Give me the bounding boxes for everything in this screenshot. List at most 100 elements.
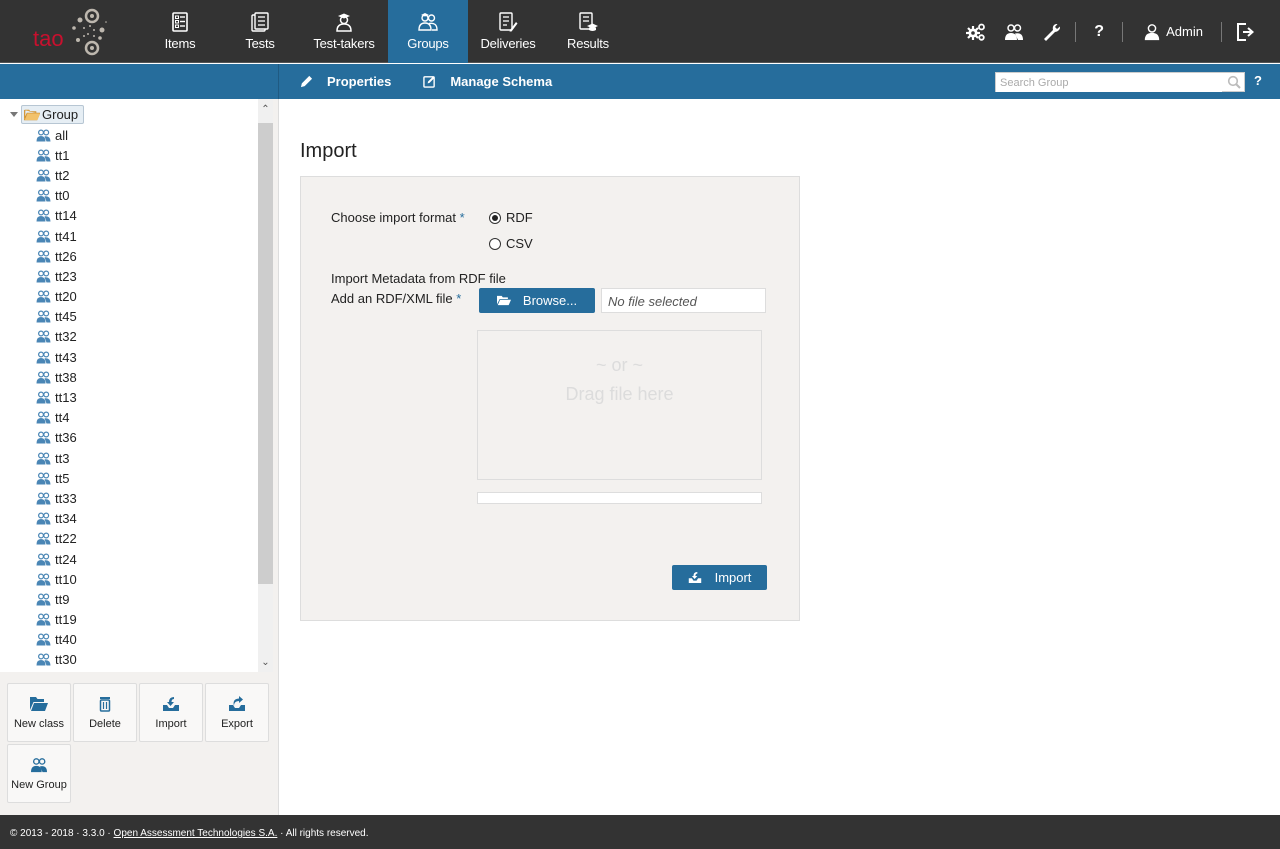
tree-item[interactable]: tt33 xyxy=(36,488,77,508)
browse-button[interactable]: Browse... xyxy=(479,288,595,313)
file-dropzone[interactable]: ~ or ~ Drag file here xyxy=(477,330,762,480)
help-button[interactable]: ? xyxy=(1080,0,1118,63)
tree-item[interactable]: tt20 xyxy=(36,287,77,307)
group-icon xyxy=(36,391,51,404)
settings-button[interactable] xyxy=(957,0,995,63)
group-icon xyxy=(36,169,51,182)
group-icon xyxy=(36,371,51,384)
collapse-caret-icon[interactable] xyxy=(10,112,18,117)
scroll-down-icon[interactable]: ⌄ xyxy=(258,652,273,672)
test-takers-icon xyxy=(336,13,352,32)
tree-item-label: tt36 xyxy=(55,430,77,446)
folder-open-icon xyxy=(24,109,40,121)
tree-item[interactable]: tt2 xyxy=(36,165,77,185)
group-icon xyxy=(36,573,51,586)
format-option-rdf[interactable]: RDF xyxy=(489,210,533,225)
tree-item[interactable]: tt43 xyxy=(36,347,77,367)
tree-item-label: tt13 xyxy=(55,390,77,406)
tree-item[interactable]: tt30 xyxy=(36,650,77,670)
radio-rdf[interactable] xyxy=(489,211,501,224)
tree-item[interactable]: tt45 xyxy=(36,307,77,327)
tree-item[interactable]: tt26 xyxy=(36,246,77,266)
export-button[interactable]: Export xyxy=(205,683,269,742)
nav-deliveries[interactable]: Deliveries xyxy=(468,0,548,63)
import-submit-button[interactable]: Import xyxy=(672,565,767,590)
nav-items[interactable]: Items xyxy=(140,0,220,63)
nav-test-takers[interactable]: Test-takers xyxy=(300,0,388,63)
footer-company-link[interactable]: Open Assessment Technologies S.A. xyxy=(114,828,278,839)
tree-root-group[interactable]: Group xyxy=(21,105,85,124)
group-icon xyxy=(36,492,51,505)
user-menu[interactable]: Admin xyxy=(1127,0,1217,63)
nav-groups[interactable]: Groups xyxy=(388,0,468,63)
tree-item[interactable]: tt19 xyxy=(36,610,77,630)
tree-item[interactable]: tt10 xyxy=(36,569,77,589)
tree-item[interactable]: tt9 xyxy=(36,589,77,609)
search-icon[interactable] xyxy=(1227,75,1241,89)
tao-logo[interactable]: tao xyxy=(28,6,108,58)
tree-item[interactable]: tt3 xyxy=(36,448,77,468)
nav-tests[interactable]: Tests xyxy=(220,0,300,63)
tree-item[interactable]: tt13 xyxy=(36,387,77,407)
tree-item[interactable]: tt38 xyxy=(36,367,77,387)
format-option-csv[interactable]: CSV xyxy=(489,236,533,251)
group-icon xyxy=(36,452,51,465)
tree-item[interactable]: tt0 xyxy=(36,186,77,206)
tools-button[interactable] xyxy=(1033,0,1071,63)
logout-button[interactable] xyxy=(1226,0,1264,63)
tree-item[interactable]: all xyxy=(36,125,77,145)
radio-csv[interactable] xyxy=(489,237,501,250)
tree-item-label: tt33 xyxy=(55,490,77,506)
tree-item[interactable]: tt4 xyxy=(36,408,77,428)
search-input[interactable] xyxy=(996,74,1222,92)
tree-item[interactable]: tt5 xyxy=(36,468,77,488)
tree-item-label: tt45 xyxy=(55,309,77,325)
tree-item[interactable]: tt14 xyxy=(36,206,77,226)
tree-item[interactable]: tt22 xyxy=(36,529,77,549)
import-icon xyxy=(688,572,701,583)
search-help-icon[interactable]: ? xyxy=(1254,73,1262,88)
tree-item[interactable]: tt1 xyxy=(36,145,77,165)
edit-icon xyxy=(423,76,436,88)
user-icon xyxy=(1144,23,1160,40)
nav-results[interactable]: Results xyxy=(548,0,628,63)
sidebar: Group all tt1 tt2 tt0 tt14 tt41 tt26 tt23 tt20 tt… xyxy=(0,99,279,815)
tree-item[interactable]: tt24 xyxy=(36,549,77,569)
new-class-button[interactable]: New class xyxy=(7,683,71,742)
tree-list: all tt1 tt2 tt0 tt14 tt41 tt26 tt23 tt20 tt45 tt32… xyxy=(36,125,77,670)
main-content: Import Choose import format * RDF CSV Im… xyxy=(280,99,1280,815)
dropzone-text: Drag file here xyxy=(565,384,674,404)
tree-item[interactable]: tt32 xyxy=(36,327,77,347)
results-icon xyxy=(579,12,598,31)
import-form: Choose import format * RDF CSV Import Me… xyxy=(300,176,800,621)
tree-item[interactable]: tt41 xyxy=(36,226,77,246)
new-group-button[interactable]: New Group xyxy=(7,744,71,803)
users-button[interactable] xyxy=(995,0,1033,63)
group-icon xyxy=(36,330,51,343)
page-title: Import xyxy=(300,140,357,162)
import-button[interactable]: Import xyxy=(139,683,203,742)
delete-button[interactable]: Delete xyxy=(73,683,137,742)
header-right-tools: ? Admin xyxy=(957,0,1280,63)
tree-scrollbar[interactable]: ⌃ ⌄ xyxy=(258,99,273,672)
tree-item[interactable]: tt36 xyxy=(36,428,77,448)
app: tao Items Tests Test-takers Groups Deliv… xyxy=(0,0,1280,849)
trash-icon xyxy=(99,696,111,712)
required-mark: * xyxy=(459,210,465,225)
scroll-thumb[interactable] xyxy=(258,123,273,584)
separator xyxy=(1122,21,1124,42)
tree-item[interactable]: tt40 xyxy=(36,630,77,650)
help-icon: ? xyxy=(1094,22,1105,40)
folder-open-icon xyxy=(30,696,48,711)
tree-root: Group xyxy=(10,105,85,124)
tree-item-label: tt26 xyxy=(55,248,77,264)
manage-schema-action[interactable]: Manage Schema xyxy=(423,74,552,89)
tree-item[interactable]: tt34 xyxy=(36,509,77,529)
group-icon xyxy=(36,633,51,646)
footer-rights: · All rights reserved. xyxy=(280,828,369,839)
scroll-up-icon[interactable]: ⌃ xyxy=(258,99,273,119)
group-icon xyxy=(36,553,51,566)
tree-item[interactable]: tt23 xyxy=(36,266,77,286)
tree-item-label: tt34 xyxy=(55,511,77,527)
properties-action[interactable]: Properties xyxy=(300,74,391,89)
